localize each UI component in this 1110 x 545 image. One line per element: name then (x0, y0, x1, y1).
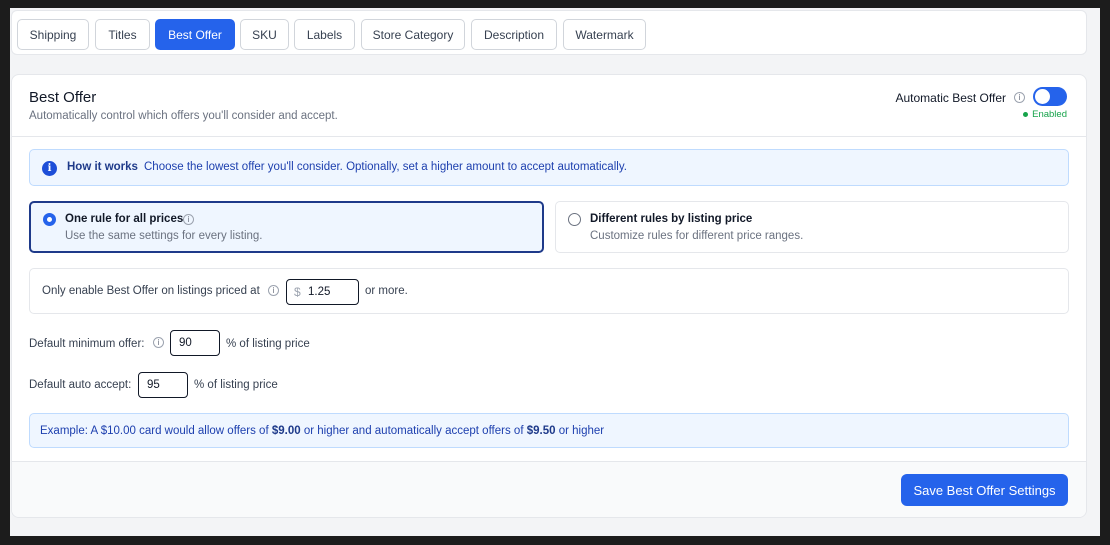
settings-page: Shipping Titles Best Offer SKU Labels St… (10, 8, 1100, 536)
min-offer-label: Default minimum offer: (29, 338, 145, 350)
tab-best-offer[interactable]: Best Offer (155, 19, 235, 50)
currency-symbol: $ (294, 285, 301, 299)
how-it-works-text: Choose the lowest offer you'll consider.… (144, 161, 627, 173)
option-title: Different rules by listing price (590, 213, 753, 225)
info-icon[interactable]: i (183, 214, 194, 225)
radio-one-rule[interactable] (43, 213, 56, 226)
info-icon[interactable]: i (268, 285, 279, 296)
radio-different-rules[interactable] (568, 213, 581, 226)
min-offer-input[interactable] (170, 330, 220, 356)
price-threshold-suffix: or more. (365, 285, 408, 297)
tab-shipping[interactable]: Shipping (17, 19, 89, 50)
header-divider (12, 136, 1086, 137)
tab-description[interactable]: Description (471, 19, 557, 50)
card-subtitle: Automatically control which offers you'l… (29, 110, 338, 122)
auto-accept-suffix: % of listing price (194, 379, 278, 391)
card-footer: Save Best Offer Settings (12, 461, 1086, 517)
info-icon[interactable]: i (153, 337, 164, 348)
toggle-knob (1035, 89, 1050, 104)
status-text: Enabled (1032, 109, 1067, 120)
option-description: Customize rules for different price rang… (590, 230, 804, 242)
example-text: Example: A $10.00 card would allow offer… (40, 425, 605, 437)
info-circle-icon: i (42, 161, 57, 176)
how-it-works-title: How it works (67, 161, 138, 173)
auto-accept-input[interactable] (138, 372, 188, 398)
min-offer-suffix: % of listing price (226, 338, 310, 350)
info-icon[interactable]: i (1014, 92, 1025, 103)
save-best-offer-button[interactable]: Save Best Offer Settings (901, 474, 1068, 506)
price-threshold-row: Only enable Best Offer on listings price… (29, 268, 1069, 314)
option-different-rules[interactable]: Different rules by listing price Customi… (555, 201, 1069, 253)
option-title: One rule for all prices (65, 213, 184, 225)
option-one-rule[interactable]: One rule for all prices i Use the same s… (29, 201, 544, 253)
best-offer-card: Best Offer Automatically control which o… (11, 74, 1087, 518)
automatic-best-offer-toggle[interactable] (1033, 87, 1067, 106)
card-title: Best Offer (29, 89, 97, 106)
how-it-works-banner: i How it works Choose the lowest offer y… (29, 149, 1069, 186)
price-threshold-label: Only enable Best Offer on listings price… (42, 285, 260, 297)
status-dot-icon (1023, 112, 1029, 117)
automatic-best-offer-label: Automatic Best Offer (895, 91, 1007, 105)
tab-bar: Shipping Titles Best Offer SKU Labels St… (11, 10, 1087, 55)
tab-watermark[interactable]: Watermark (563, 19, 646, 50)
auto-accept-label: Default auto accept: (29, 379, 132, 391)
tab-labels[interactable]: Labels (294, 19, 355, 50)
option-description: Use the same settings for every listing. (65, 230, 263, 242)
tab-store-category[interactable]: Store Category (361, 19, 465, 50)
status-badge: Enabled (1023, 109, 1067, 120)
tab-sku[interactable]: SKU (240, 19, 289, 50)
example-banner: Example: A $10.00 card would allow offer… (29, 413, 1069, 448)
tab-titles[interactable]: Titles (95, 19, 150, 50)
